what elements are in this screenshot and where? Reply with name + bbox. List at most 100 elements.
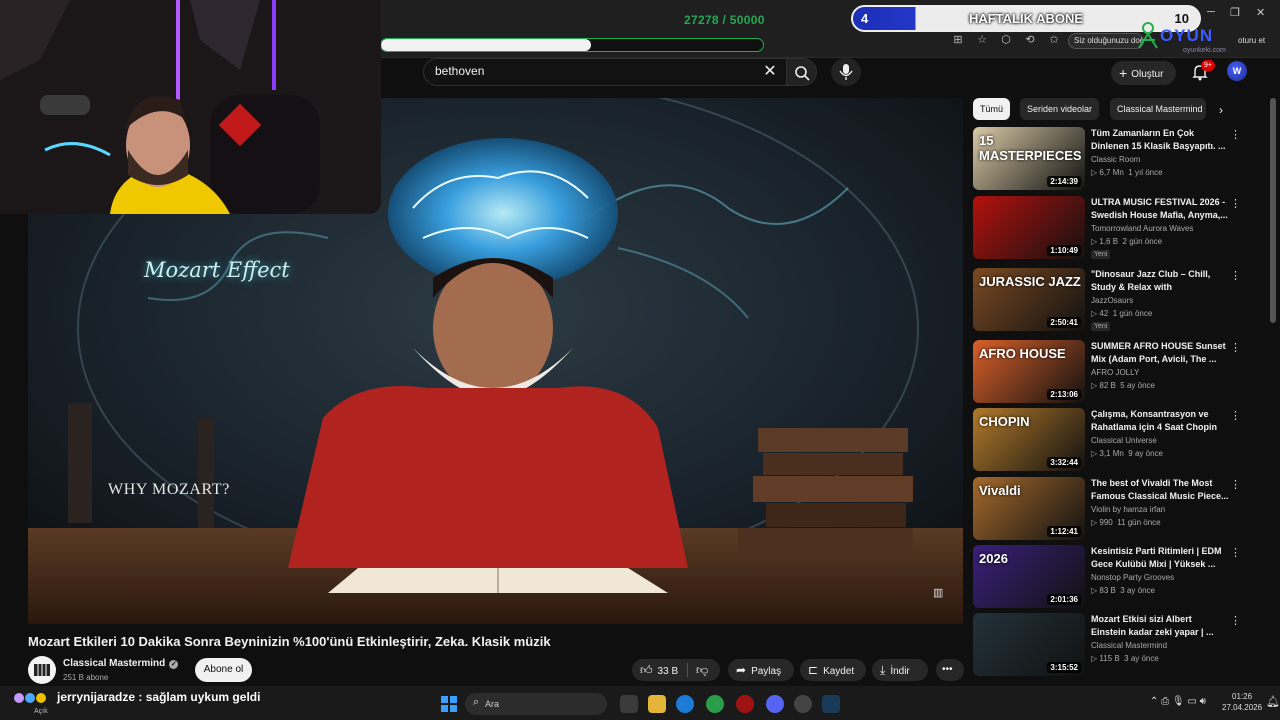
apps-icon[interactable]: ⊞	[950, 32, 966, 48]
recommendation-meta: ▷ 6,7 Mn 1 yıl önce	[1091, 168, 1163, 177]
recommendation-title[interactable]: ULTRA MUSIC FESTIVAL 2026 - Swedish Hous…	[1091, 196, 1229, 222]
recommendation-meta: ▷ 990 11 gün önce	[1091, 518, 1161, 527]
like-count[interactable]: 33 B	[658, 666, 679, 677]
obs-icon[interactable]	[736, 695, 754, 713]
more-vertical-icon[interactable]: ⋮	[1230, 269, 1241, 282]
brand-url: oyunkeki.com	[1183, 47, 1226, 54]
recommendation-item[interactable]: AFRO HOUSE 2:13:06 SUMMER AFRO HOUSE Sunse…	[973, 340, 1245, 404]
recommendation-channel[interactable]: Classical Mastermind	[1091, 641, 1167, 650]
recommendation-title[interactable]: SUMMER AFRO HOUSE Sunset Mix (Adam Port,…	[1091, 340, 1229, 366]
recommendation-title[interactable]: Tüm Zamanların En Çok Dinlenen 15 Klasik…	[1091, 127, 1229, 153]
recommendation-item[interactable]: 3:15:52 Mozart Etkisi sizi Albert Einstei…	[973, 613, 1245, 677]
taskbar-search[interactable]: Ara	[465, 693, 607, 715]
chip-series[interactable]: Seriden videolar	[1020, 98, 1100, 120]
recommendation-channel[interactable]: Tomorrowland Aurora Waves	[1091, 224, 1193, 233]
thumbs-down-icon[interactable]: 👎︎	[696, 659, 708, 681]
account-avatar[interactable]: W	[1227, 61, 1247, 81]
notifications-icon[interactable]: 🔔︎	[1266, 695, 1280, 708]
recommendation-meta: ▷ 82 B 5 ay önce	[1091, 381, 1155, 390]
subscribe-button[interactable]: Abone ol	[195, 658, 252, 682]
profile-switch-icon[interactable]: ⟲	[1022, 32, 1038, 48]
discord-icon[interactable]	[766, 695, 784, 713]
recommendation-item[interactable]: JURASSIC JAZZ 2:50:41 "Dinosaur Jazz Club …	[973, 268, 1245, 332]
recommendation-channel[interactable]: Classical Universe	[1091, 436, 1157, 445]
minimize-icon[interactable]: ─	[1207, 6, 1215, 18]
video-thumbnail[interactable]: JURASSIC JAZZ 2:50:41	[973, 268, 1085, 331]
video-thumbnail[interactable]: 2026 2:01:36	[973, 545, 1085, 608]
channel-name-text: Classical Mastermind	[63, 658, 166, 669]
sub-counter-current: 27278	[684, 13, 719, 27]
recommendation-channel[interactable]: Nonstop Party Grooves	[1091, 573, 1174, 582]
recommendation-title[interactable]: "Dinosaur Jazz Club – Chill, Study & Rel…	[1091, 268, 1229, 294]
task-view-icon[interactable]	[620, 695, 638, 713]
search-input[interactable]	[435, 64, 755, 78]
chip-channel[interactable]: Classical Mastermind	[1110, 98, 1206, 120]
video-duration: 3:32:44	[1047, 457, 1081, 468]
more-vertical-icon[interactable]: ⋮	[1230, 197, 1241, 210]
recommendation-item[interactable]: CHOPIN 3:32:44 Çalışma, Konsantrasyon ve R…	[973, 408, 1245, 472]
recommendation-channel[interactable]: Violin by hamza irfan	[1091, 505, 1165, 514]
recommendation-title[interactable]: Mozart Etkisi sizi Albert Einstein kadar…	[1091, 613, 1229, 639]
more-vertical-icon[interactable]: ⋮	[1230, 546, 1241, 559]
settings-gear-icon[interactable]	[794, 695, 812, 713]
logout-link[interactable]: oturu et	[1238, 36, 1265, 45]
view-count: 1,6 B	[1099, 237, 1119, 246]
video-thumbnail[interactable]: 3:15:52	[973, 613, 1085, 676]
voice-search-button[interactable]	[831, 58, 861, 86]
more-actions-button[interactable]: •••	[936, 659, 964, 681]
system-tray-icons[interactable]: ⌃ ⎙ 🎙︎ ▭ 🔊︎	[1150, 696, 1206, 707]
recommendation-item[interactable]: 1:10:49 ULTRA MUSIC FESTIVAL 2026 - Swedi…	[973, 196, 1245, 260]
video-thumbnail[interactable]: AFRO HOUSE 2:13:06	[973, 340, 1085, 403]
recommendation-channel[interactable]: Classic Room	[1091, 155, 1140, 164]
filter-chips: Tümü Seriden videolar Classical Mastermi…	[973, 98, 1243, 120]
steam-icon[interactable]	[822, 695, 840, 713]
more-vertical-icon[interactable]: ⋮	[1230, 409, 1241, 422]
recommendation-channel[interactable]: AFRO JOLLY	[1091, 368, 1139, 377]
chat-badge-icons	[14, 693, 46, 703]
search-box[interactable]	[423, 58, 787, 86]
download-button[interactable]: ⤓ İndir	[872, 659, 928, 681]
recommendation-title[interactable]: Kesintisiz Parti Ritimleri | EDM Gece Ku…	[1091, 545, 1229, 571]
channel-avatar[interactable]	[28, 656, 56, 684]
more-vertical-icon[interactable]: ⋮	[1230, 128, 1241, 141]
channel-name[interactable]: Classical Mastermind ✓	[63, 658, 179, 669]
video-thumbnail[interactable]: 1:10:49	[973, 196, 1085, 259]
bookmark-star-icon[interactable]: ☆	[974, 32, 990, 48]
thumbnail-text: CHOPIN	[979, 414, 1030, 429]
recommendation-title[interactable]: Çalışma, Konsantrasyon ve Rahatlama için…	[1091, 408, 1229, 434]
video-thumbnail[interactable]: CHOPIN 3:32:44	[973, 408, 1085, 471]
favorites-icon[interactable]: ✩	[1046, 32, 1062, 48]
recommendation-item[interactable]: Vivaldi 1:12:41 The best of Vivaldi The Mo…	[973, 477, 1245, 541]
share-button[interactable]: ➦ Paylaş	[728, 659, 794, 681]
create-button[interactable]: + Oluştur	[1111, 61, 1176, 85]
save-button[interactable]: ⊏ Kaydet	[800, 659, 866, 681]
recommendation-item[interactable]: 2026 2:01:36 Kesintisiz Parti Ritimleri | …	[973, 545, 1245, 609]
taskbar-clock[interactable]: 01:26 27.04.2026	[1222, 691, 1262, 713]
extension-icon[interactable]: ⬡	[998, 32, 1014, 48]
plus-icon: +	[1119, 65, 1128, 81]
view-count: 42	[1099, 309, 1109, 318]
more-vertical-icon[interactable]: ⋮	[1230, 478, 1241, 491]
close-window-icon[interactable]: ✕	[1256, 6, 1265, 19]
more-vertical-icon[interactable]: ⋮	[1230, 341, 1241, 354]
recommendation-title[interactable]: The best of Vivaldi The Most Famous Clas…	[1091, 477, 1229, 503]
sidebar-scrollbar[interactable]	[1270, 98, 1276, 323]
edge-browser-icon[interactable]	[676, 695, 694, 713]
clear-search-icon[interactable]: ✕	[762, 61, 778, 81]
chip-all[interactable]: Tümü	[973, 98, 1011, 120]
more-vertical-icon[interactable]: ⋮	[1230, 614, 1241, 627]
thumbs-up-icon[interactable]: 👍︎	[640, 663, 653, 677]
file-explorer-icon[interactable]	[648, 695, 666, 713]
recommendation-channel[interactable]: JazzOsaurs	[1091, 296, 1133, 305]
video-overlay-title: Mozart Effect	[144, 258, 290, 282]
chevron-right-icon[interactable]: ›	[1219, 103, 1223, 117]
upwork-icon[interactable]	[706, 695, 724, 713]
verify-identity-pill[interactable]: Siz olduğunuzu doğrulayın	[1068, 33, 1144, 49]
thumbnail-text: 2026	[979, 551, 1008, 566]
microphone-icon	[839, 64, 853, 80]
video-thumbnail[interactable]: 15 MASTERPIECES 2:14:39	[973, 127, 1085, 190]
video-thumbnail[interactable]: Vivaldi 1:12:41	[973, 477, 1085, 540]
recommendation-item[interactable]: 15 MASTERPIECES 2:14:39 Tüm Zamanların En …	[973, 127, 1245, 191]
search-button[interactable]	[787, 58, 817, 86]
windows-start-icon[interactable]	[440, 695, 458, 713]
